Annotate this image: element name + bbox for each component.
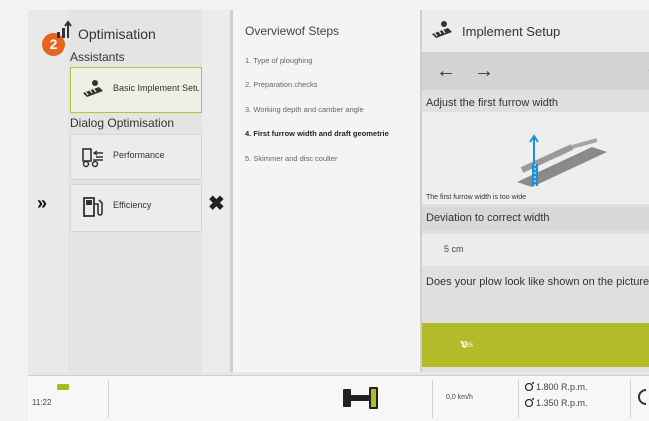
divider xyxy=(630,380,631,418)
tractor-implement-icon xyxy=(343,387,378,409)
deviation-value: 5 cm xyxy=(444,244,464,254)
performance-icon xyxy=(82,148,103,168)
rpm-readout-2: 1.350 R.p.m. xyxy=(536,398,588,408)
menu-title: Optimisation xyxy=(78,26,156,42)
section-dialog-optimisation: Dialog Optimisation xyxy=(70,116,175,130)
speed-readout: 0,0 km/h xyxy=(446,394,473,401)
plough-icon xyxy=(83,80,103,97)
chart-arrow-up-icon xyxy=(57,20,72,38)
arrow-right-icon[interactable]: → xyxy=(474,60,494,83)
answer-yes-button[interactable]: Yes ∨ xyxy=(422,323,649,367)
setup-title: Implement Setup xyxy=(462,24,561,39)
step-item[interactable]: 1. Type of ploughing xyxy=(245,56,405,65)
chevron-down-icon: ∨ xyxy=(460,337,469,351)
section-assistants: Assistants xyxy=(70,50,125,64)
arrow-left-icon[interactable]: ← xyxy=(436,60,456,83)
left-strip: 2 » xyxy=(28,10,69,372)
clock: 11:22 xyxy=(32,398,52,407)
gauge-icon xyxy=(638,389,647,405)
setup-header: Implement Setup xyxy=(422,10,649,52)
expand-panel-icon[interactable]: » xyxy=(37,193,47,214)
step-item-current[interactable]: 4. First furrow width and draft geometri… xyxy=(245,129,395,138)
close-icon[interactable]: ✖ xyxy=(208,191,225,216)
menu-item-performance[interactable]: Performance xyxy=(70,134,202,180)
menu-item-label: Efficiency xyxy=(113,200,152,210)
engine-rpm-icon xyxy=(524,382,534,392)
deviation-label-bar: Deviation to correct width xyxy=(422,207,649,230)
terminal-screen: 2 » Optimisation Assistants Basic Implem… xyxy=(28,10,649,421)
steps-overview: Overviewof Steps 1. Type of ploughing 2.… xyxy=(233,10,422,372)
steps-title: Overviewof Steps xyxy=(245,24,340,38)
implement-setup-panel: Implement Setup ← → ∨ Adjust the first f… xyxy=(422,10,649,372)
step-navigation: ← → ∨ xyxy=(422,52,649,90)
step-item[interactable]: 2. Preparation checks xyxy=(245,80,405,89)
rpm-readout-1: 1.800 R.p.m. xyxy=(536,382,588,392)
fuel-pump-icon xyxy=(83,197,103,217)
menu-item-basic-implement-setup[interactable]: Basic Implement Setup xyxy=(70,67,202,113)
menu-item-label: Basic Implement Setup xyxy=(113,83,199,93)
divider xyxy=(518,380,519,418)
pto-rpm-icon xyxy=(524,398,534,408)
plow-question: Does your plow look like shown on the pi… xyxy=(426,276,649,288)
plough-icon xyxy=(432,21,452,38)
furrow-note: The first furrow width is too wide xyxy=(426,194,526,201)
step-item[interactable]: 3. Working depth and camber angle xyxy=(245,105,405,114)
deviation-label: Deviation to correct width xyxy=(426,212,550,224)
battery-icon xyxy=(57,384,69,390)
plough-diagram-icon xyxy=(517,134,607,187)
adjust-label: Adjust the first furrow width xyxy=(426,97,559,109)
deviation-value-field[interactable]: 5 cm xyxy=(422,234,649,266)
step-item[interactable]: 5. Skimmer and disc coulter xyxy=(245,154,405,163)
divider xyxy=(432,380,433,418)
close-strip: ✖ xyxy=(202,10,233,372)
divider xyxy=(108,380,109,418)
furrow-illustration xyxy=(422,112,649,204)
menu-item-efficiency[interactable]: Efficiency xyxy=(70,184,202,232)
status-bar: 11:22 0,0 km/h 1.800 R.p.m. 1.350 R.p.m. xyxy=(28,375,649,421)
menu-item-label: Performance xyxy=(113,150,165,160)
